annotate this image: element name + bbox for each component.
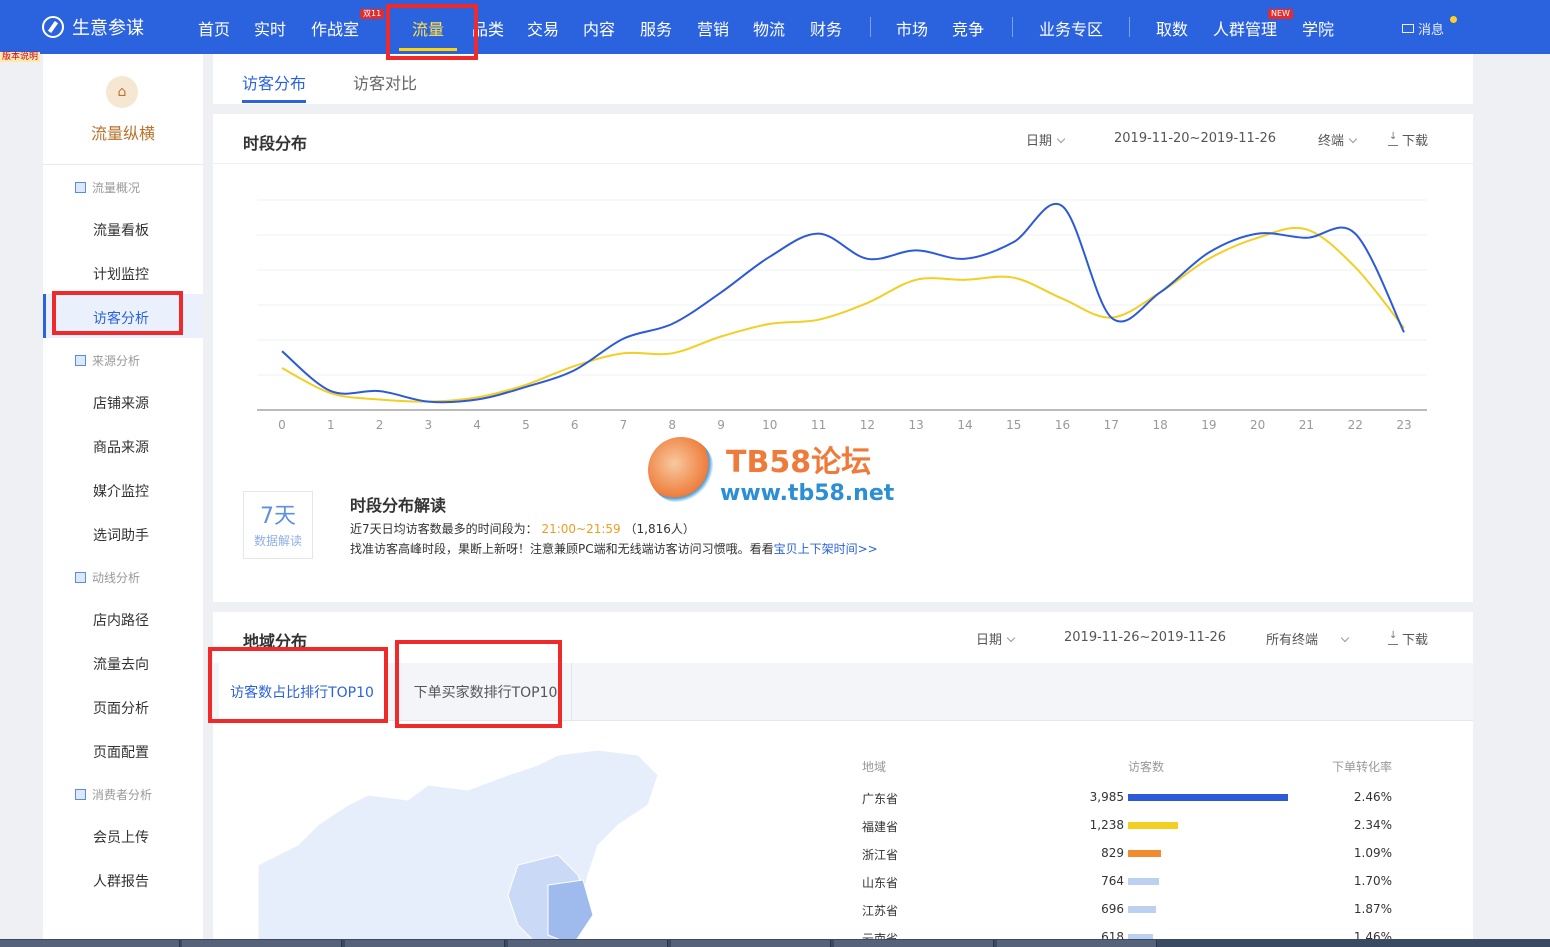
x-tick-label: 22 <box>1347 418 1363 432</box>
x-tick-label: 8 <box>668 418 677 432</box>
insight-advice: 找准访客高峰时段，果断上新呀！注意兼顾PC端和无线端访客访问习惯哦。看看宝贝上下… <box>350 540 878 557</box>
calendar-label: 数据解读 <box>253 534 302 548</box>
x-tick-label: 0 <box>278 418 286 432</box>
header-region: 地域 <box>862 760 887 774</box>
x-tick-label: 20 <box>1250 418 1266 432</box>
header-conversion: 下单转化率 <box>1332 760 1393 774</box>
insight-advice-text: 找准访客高峰时段，果断上新呀！注意兼顾PC端和无线端访客访问习惯哦。看看 <box>350 542 774 556</box>
taskbar-button[interactable] <box>997 940 1157 947</box>
x-tick-label: 5 <box>522 418 530 432</box>
taskbar-button[interactable] <box>671 940 831 947</box>
x-tick-label: 18 <box>1152 418 1168 432</box>
date-dropdown-label: 日期 <box>976 633 1003 648</box>
listing-time-link[interactable]: 宝贝上下架时间>> <box>774 542 878 556</box>
row-region-name: 浙江省 <box>862 848 899 862</box>
taskbar-button[interactable] <box>0 940 180 947</box>
taskbar-button[interactable] <box>508 940 668 947</box>
region-date-range[interactable]: 2019-11-26~2019-11-26 <box>1064 630 1226 645</box>
x-tick-label: 21 <box>1298 418 1315 432</box>
x-tick-label: 15 <box>1006 418 1022 432</box>
chart-grid <box>257 199 1427 411</box>
hand-logo-icon <box>648 437 714 503</box>
row-conversion-rate: 2.34% <box>1353 818 1392 832</box>
row-visitor-bar <box>1128 794 1288 801</box>
insight-prefix: 近7天日均访客数最多的时间段为： <box>350 522 538 536</box>
calendar-days: 7天 <box>260 504 296 529</box>
watermark-title: TB58论坛 <box>726 445 872 480</box>
row-conversion-rate: 1.87% <box>1353 902 1392 916</box>
chart-series-group <box>281 203 1405 404</box>
forum-watermark: TB58论坛 www.tb58.net <box>648 437 918 507</box>
taskbar-button[interactable] <box>834 940 994 947</box>
x-tick-label: 7 <box>619 418 628 432</box>
region-terminal-dropdown[interactable]: 所有终端 <box>1266 629 1350 648</box>
highlight-box-visitor-analysis <box>52 291 183 335</box>
insight-peak-time: 近7天日均访客数最多的时间段为： 21:00~21:59 （1,816人） <box>350 520 695 537</box>
x-tick-label: 16 <box>1054 418 1071 432</box>
row-visitor-bar <box>1128 906 1156 913</box>
row-conversion-rate: 2.46% <box>1353 790 1392 804</box>
region-date-dropdown[interactable]: 日期 <box>976 629 1016 648</box>
highlight-box-nav-traffic <box>386 4 478 60</box>
region-download-button[interactable]: 下载 <box>1388 629 1428 648</box>
x-tick-label: 1 <box>326 418 335 432</box>
china-map[interactable] <box>258 745 678 945</box>
x-tick-label: 3 <box>424 418 433 432</box>
highlight-box-buyer-top10 <box>395 640 562 728</box>
x-tick-label: 14 <box>957 418 973 432</box>
map-landmass <box>258 749 659 945</box>
x-tick-label: 11 <box>810 418 827 432</box>
series-line-blue[interactable] <box>281 203 1405 404</box>
row-visitor-count: 3,985 <box>1089 790 1124 804</box>
row-region-name: 广东省 <box>862 792 899 806</box>
x-tick-label: 13 <box>908 418 924 432</box>
row-conversion-rate: 1.70% <box>1353 874 1392 888</box>
insight-peak-count: （1,816人） <box>624 522 695 536</box>
x-tick-label: 17 <box>1103 418 1119 432</box>
download-icon <box>1388 630 1398 645</box>
x-tick-label: 6 <box>570 418 579 432</box>
row-visitor-bar <box>1128 822 1178 829</box>
map-east-coast-region <box>547 879 594 945</box>
terminal-dropdown-label: 所有终端 <box>1266 633 1319 648</box>
taskbar-button[interactable] <box>345 940 505 947</box>
insight-peak-range: 21:00~21:59 <box>541 522 621 536</box>
data-interpretation-badge: 7天 数据解读 <box>243 491 313 559</box>
x-tick-label: 10 <box>762 418 778 432</box>
watermark-url: www.tb58.net <box>720 481 895 506</box>
x-tick-label: 9 <box>717 418 725 432</box>
row-region-name: 山东省 <box>862 876 899 890</box>
row-visitor-count: 764 <box>1101 874 1124 888</box>
chevron-down-icon <box>1340 633 1350 643</box>
insight-title: 时段分布解读 <box>350 496 447 515</box>
taskbar-button[interactable] <box>182 940 342 947</box>
row-visitor-count: 1,238 <box>1089 818 1124 832</box>
header-visitors: 访客数 <box>1128 760 1165 774</box>
row-visitor-bar <box>1128 878 1159 885</box>
highlight-box-visitor-top10 <box>208 647 388 723</box>
x-tick-label: 12 <box>859 418 876 432</box>
x-tick-label: 19 <box>1201 418 1217 432</box>
series-line-yellow[interactable] <box>281 226 1405 403</box>
row-visitor-bar <box>1128 850 1161 857</box>
x-tick-label: 23 <box>1396 418 1412 432</box>
chevron-down-icon <box>1006 633 1016 643</box>
row-visitor-count: 829 <box>1101 846 1124 860</box>
row-conversion-rate: 1.09% <box>1353 846 1392 860</box>
row-visitor-count: 696 <box>1101 902 1124 916</box>
x-tick-label: 2 <box>375 418 384 432</box>
x-tick-label: 4 <box>473 418 481 432</box>
row-region-name: 福建省 <box>862 820 899 834</box>
row-region-name: 江苏省 <box>862 904 899 918</box>
download-label: 下载 <box>1402 633 1429 648</box>
